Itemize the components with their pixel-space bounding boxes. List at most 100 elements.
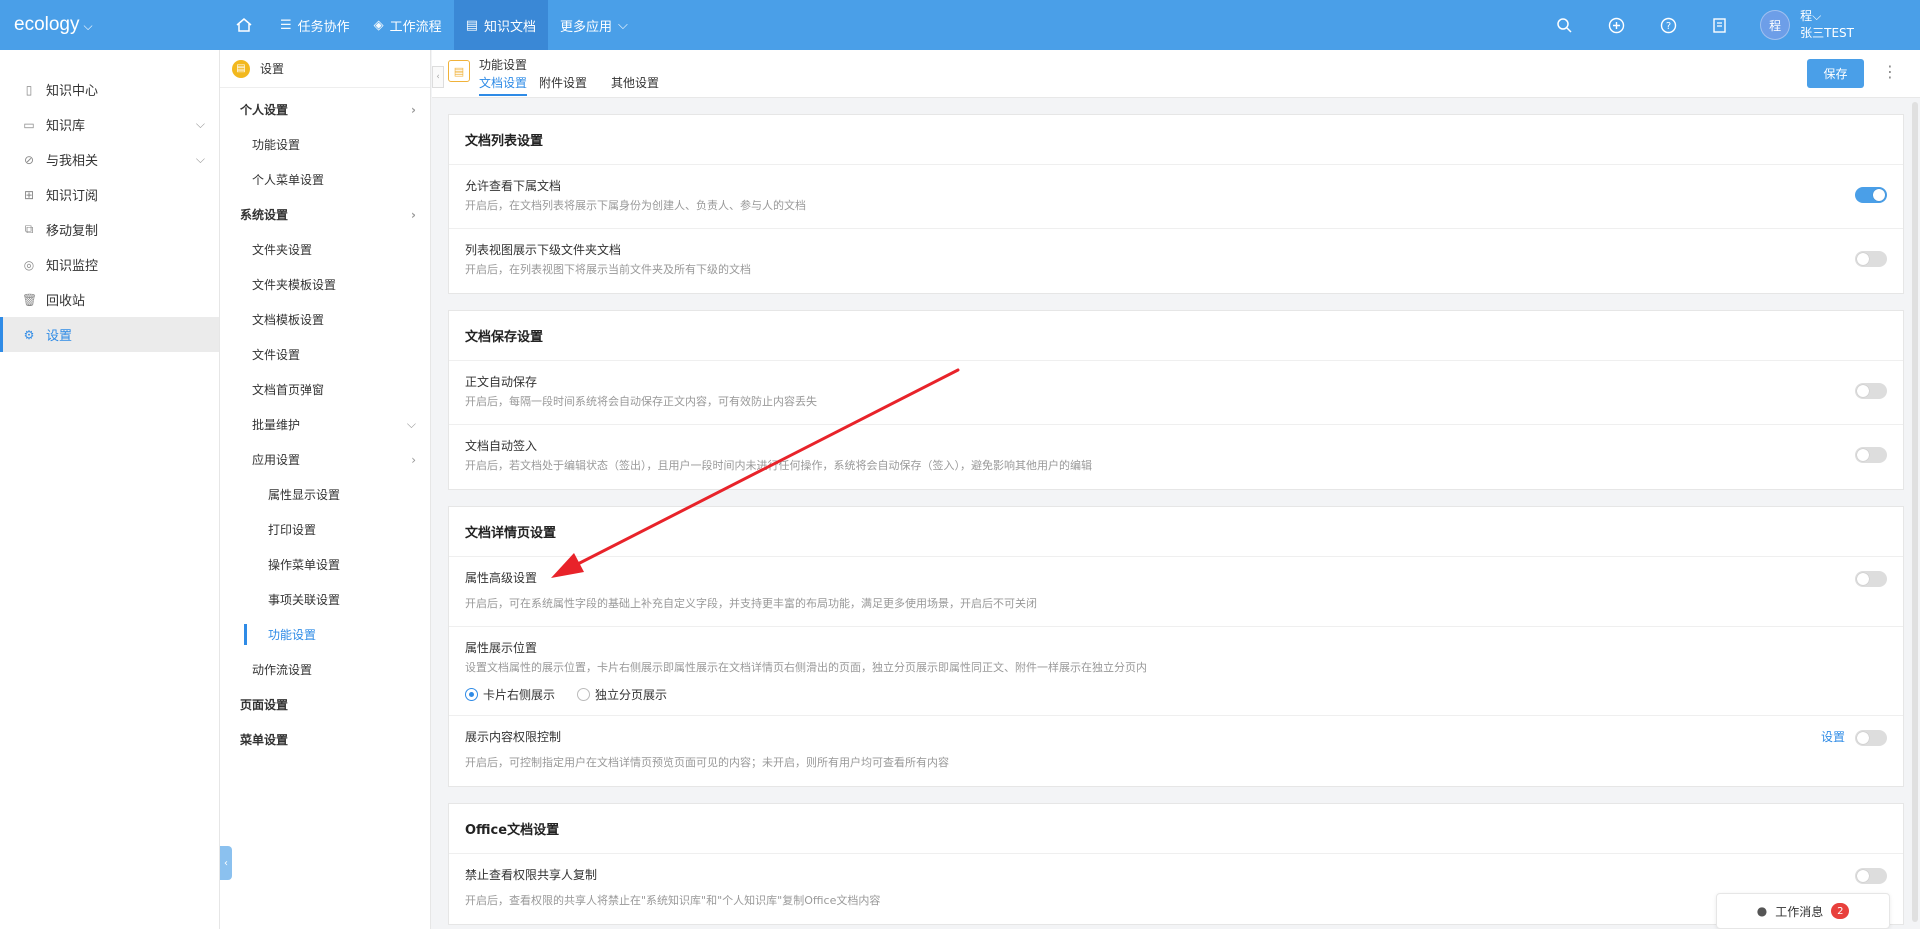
tree-item-batch[interactable]: 批量维护 ⌵ — [220, 407, 430, 442]
setting-desc: 开启后，可在系统属性字段的基础上补充自定义字段，并支持更丰富的布局功能，满足更多… — [465, 597, 1037, 610]
tree-item-action-flow[interactable]: 动作流设置 — [220, 652, 430, 687]
add-icon[interactable] — [1590, 0, 1642, 50]
sidebar-item-recycle-bin[interactable]: 🗑︎ 回收站 — [0, 282, 219, 317]
chat-icon: ● — [1756, 904, 1768, 918]
setting-row: 列表视图展示下级文件夹文档 开启后，在列表视图下将展示当前文件夹及所有下级的文档 — [449, 229, 1903, 293]
nav-tasks[interactable]: ☰ 任务协作 — [268, 0, 362, 50]
nav-knowledge-docs[interactable]: ▤ 知识文档 — [453, 0, 548, 50]
section-office: Office文档设置 禁止查看权限共享人复制 开启后，查看权限的共享人将禁止在"… — [448, 803, 1904, 925]
sidebar-item-knowledge-center[interactable]: ▯ 知识中心 — [0, 72, 219, 107]
work-messages-button[interactable]: ● 工作消息 2 — [1716, 893, 1890, 929]
tab-doc-settings[interactable]: 文档设置 — [479, 74, 528, 96]
sidebar-item-monitor[interactable]: ◎ 知识监控 — [0, 247, 219, 282]
tree-item-print[interactable]: 打印设置 — [220, 512, 430, 547]
tree-item-label: 系统设置 — [240, 208, 289, 222]
tree-item-label: 文件设置 — [252, 348, 301, 362]
tree-item-label: 事项关联设置 — [268, 593, 341, 607]
tree-item-doc-template[interactable]: 文档模板设置 — [220, 302, 430, 337]
tree-item-action-menu[interactable]: 操作菜单设置 — [220, 547, 430, 582]
chevron-down-icon: ⌵ — [195, 152, 205, 166]
tree-item-label: 个人设置 — [240, 103, 289, 117]
chevron-down-icon: ⌵ — [1812, 9, 1822, 23]
app-logo[interactable]: ecology ⌵ — [0, 14, 220, 36]
user-name: 张三TEST — [1800, 26, 1854, 40]
tree-item-app[interactable]: 应用设置 › — [220, 442, 430, 477]
settings-tree-panel: ▤ 设置 个人设置 › 功能设置 个人菜单设置 系统设置 › 文件夹设置 文件夹模板… — [220, 50, 431, 929]
top-right-tools: ? 程 程⌵ 张三TEST — [1538, 0, 1920, 50]
svg-text:?: ? — [1665, 21, 1670, 32]
collapse-panel-tab[interactable]: ‹ — [220, 846, 232, 880]
settings-tree-title: 设置 — [260, 62, 285, 76]
chevron-down-icon: ⌵ — [195, 117, 205, 131]
tree-item-personal-menu[interactable]: 个人菜单设置 — [220, 162, 430, 197]
home-icon[interactable] — [220, 0, 268, 50]
tree-item-system[interactable]: 系统设置 › — [220, 197, 430, 232]
sidebar-item-move-copy[interactable]: ⧉ 移动复制 — [0, 212, 219, 247]
tree-item-folder[interactable]: 文件夹设置 — [220, 232, 430, 267]
tree-item-page[interactable]: 页面设置 — [220, 687, 430, 722]
setting-name: 列表视图展示下级文件夹文档 — [465, 243, 622, 257]
position-radio-group: 卡片右侧展示 独立分页展示 — [465, 686, 1887, 703]
fold-panel-icon[interactable]: ‹ — [432, 66, 444, 88]
tree-item-home-popup[interactable]: 文档首页弹窗 — [220, 372, 430, 407]
section-doc-list: 文档列表设置 允许查看下属文档 开启后，在文档列表将展示下属身份为创建人、负责人… — [448, 114, 1904, 294]
tree-item-related-items[interactable]: 事项关联设置 — [220, 582, 430, 617]
toggle-switch[interactable] — [1855, 383, 1887, 399]
toggle-switch[interactable] — [1855, 187, 1887, 203]
toggle-switch[interactable] — [1855, 447, 1887, 463]
more-vertical-icon[interactable]: ⋮ — [1882, 62, 1898, 81]
settings-tree-header: ▤ 设置 — [220, 50, 430, 88]
section-title: 文档详情页设置 — [449, 507, 1903, 557]
scrollbar-thumb[interactable] — [1912, 102, 1918, 922]
section-title: Office文档设置 — [449, 804, 1903, 854]
setting-name: 禁止查看权限共享人复制 — [465, 868, 598, 882]
tree-item-function-personal[interactable]: 功能设置 — [220, 127, 430, 162]
list-icon: ☰ — [280, 17, 292, 33]
radio-card-right[interactable]: 卡片右侧展示 — [465, 686, 555, 703]
setting-row: 文档自动签入 开启后，若文档处于编辑状态（签出），且用户一段时间内未进行任何操作… — [449, 425, 1903, 489]
trash-icon: 🗑︎ — [22, 292, 38, 307]
top-bar: ecology ⌵ ☰ 任务协作 ◈ 工作流程 ▤ 知识文档 更多应用 ⌵ ? … — [0, 0, 1920, 50]
setting-row: 属性高级设置 开启后，可在系统属性字段的基础上补充自定义字段，并支持更丰富的布局… — [449, 557, 1903, 627]
tree-item-function-app[interactable]: 功能设置 — [220, 617, 430, 652]
user-menu[interactable]: 程 程⌵ 张三TEST — [1746, 8, 1920, 42]
nav-more-apps[interactable]: 更多应用 ⌵ — [548, 0, 640, 50]
tree-item-attr-display[interactable]: 属性显示设置 — [220, 477, 430, 512]
save-button[interactable]: 保存 — [1807, 59, 1864, 88]
section-title: 文档列表设置 — [449, 115, 1903, 165]
toggle-switch[interactable] — [1855, 730, 1887, 746]
search-icon[interactable] — [1538, 0, 1590, 50]
user-title: 程 — [1800, 9, 1813, 23]
sidebar-item-knowledge-base[interactable]: ▭ 知识库 ⌵ — [0, 107, 219, 142]
tree-item-label: 个人菜单设置 — [252, 173, 325, 187]
left-sidebar: ▯ 知识中心 ▭ 知识库 ⌵ ⊘ 与我相关 ⌵ ⊞ 知识订阅 ⧉ 移动复制 ◎ … — [0, 50, 220, 929]
permission-settings-link[interactable]: 设置 — [1821, 728, 1845, 745]
tree-item-menu[interactable]: 菜单设置 — [220, 722, 430, 757]
toggle-switch[interactable] — [1855, 571, 1887, 587]
tree-item-file[interactable]: 文件设置 — [220, 337, 430, 372]
radio-separate-page[interactable]: 独立分页展示 — [577, 686, 667, 703]
sidebar-item-label: 知识中心 — [46, 84, 99, 99]
toggle-switch[interactable] — [1855, 868, 1887, 884]
tree-item-personal[interactable]: 个人设置 › — [220, 92, 430, 127]
tree-item-label: 操作菜单设置 — [268, 558, 341, 572]
tab-other-settings[interactable]: 其他设置 — [611, 74, 671, 96]
notes-icon[interactable] — [1694, 0, 1746, 50]
page-title: 功能设置 — [479, 58, 528, 72]
nav-tasks-label: 任务协作 — [297, 19, 350, 35]
work-messages-label: 工作消息 — [1775, 904, 1824, 919]
document-icon: ▤ — [448, 60, 470, 82]
toggle-switch[interactable] — [1855, 251, 1887, 267]
nav-workflow[interactable]: ◈ 工作流程 — [362, 0, 454, 50]
setting-row: 属性展示位置 设置文档属性的展示位置，卡片右侧展示即属性展示在文档详情页右侧滑出… — [449, 627, 1903, 716]
sidebar-item-subscribe[interactable]: ⊞ 知识订阅 — [0, 177, 219, 212]
tree-item-label: 属性显示设置 — [268, 488, 341, 502]
file-icon: ▯ — [25, 82, 33, 97]
content-scrollbar[interactable] — [1910, 98, 1920, 929]
tree-item-folder-template[interactable]: 文件夹模板设置 — [220, 267, 430, 302]
tab-attachment-settings[interactable]: 附件设置 — [539, 74, 599, 96]
sidebar-item-related[interactable]: ⊘ 与我相关 ⌵ — [0, 142, 219, 177]
help-icon[interactable]: ? — [1642, 0, 1694, 50]
sidebar-item-settings[interactable]: ⚙ 设置 — [0, 317, 219, 352]
setting-desc: 开启后，查看权限的共享人将禁止在"系统知识库"和"个人知识库"复制Office文… — [465, 894, 881, 907]
